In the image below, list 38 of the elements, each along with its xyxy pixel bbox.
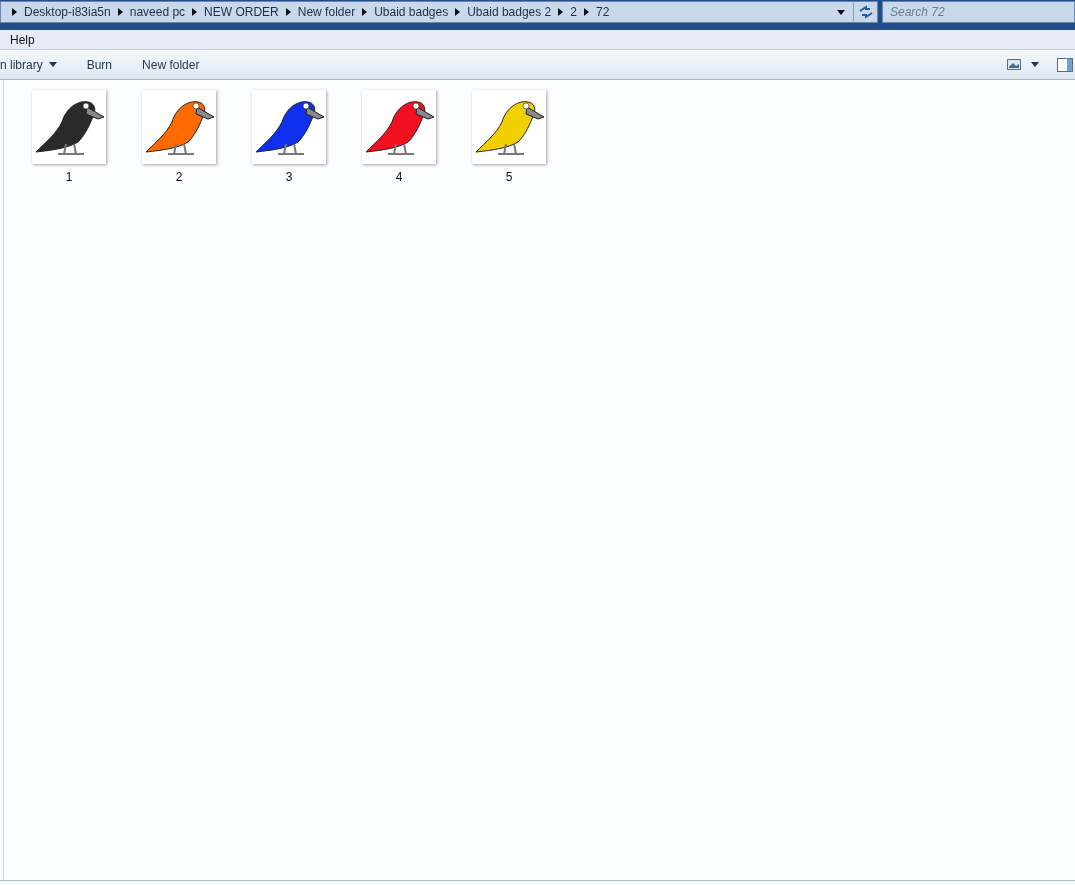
file-name[interactable]: 4 [395,168,403,186]
chevron-icon [455,8,461,16]
breadcrumb-item[interactable]: naveed pc [129,3,186,21]
chevron-icon [583,8,589,16]
file-name[interactable]: 3 [285,168,293,186]
chevron-icon [192,8,198,16]
file-name[interactable]: 5 [505,168,513,186]
address-bar[interactable]: Desktop-i83ia5n naveed pc NEW ORDER New folder Ubaid badges Ubaid badges 2 2 72 [0,1,878,23]
breadcrumb-item[interactable]: Desktop-i83ia5n [24,3,111,21]
breadcrumb-item[interactable]: New folder [297,3,356,21]
breadcrumb-item[interactable]: 2 [570,3,577,21]
menu-item[interactable]: Help [10,30,35,49]
chevron-icon [12,8,17,16]
breadcrumb-item[interactable]: 72 [595,3,610,21]
toolbar-button[interactable]: New folder [134,52,208,77]
chevron-icon [117,8,123,16]
caret-icon [48,62,57,67]
chevron-icon [362,8,368,16]
search-field[interactable]: Search 72 [882,1,1075,23]
chevron-icon [285,8,291,16]
bird-thumbnail[interactable] [142,90,216,164]
bird-thumbnail[interactable] [472,90,546,164]
toolbar-button[interactable]: Burn [78,52,121,77]
bird-thumbnail[interactable] [32,90,106,164]
breadcrumb-item[interactable]: NEW ORDER [204,3,279,21]
bird-thumbnail[interactable] [252,90,326,164]
view-options-button[interactable] [1007,59,1039,70]
dropdown-icon[interactable] [837,9,845,15]
picture-icon [1007,59,1021,70]
file-name[interactable]: 2 [175,168,183,186]
preview-pane-icon[interactable] [1057,57,1073,72]
toolbar-button[interactable]: n library [0,52,65,77]
bird-thumbnail[interactable] [362,90,436,164]
breadcrumb-item[interactable]: Ubaid badges [374,3,449,21]
chevron-icon [558,8,564,16]
caret-icon [1031,62,1039,67]
breadcrumb-item[interactable]: Ubaid badges 2 [467,3,552,21]
file-name[interactable]: 1 [65,168,73,186]
